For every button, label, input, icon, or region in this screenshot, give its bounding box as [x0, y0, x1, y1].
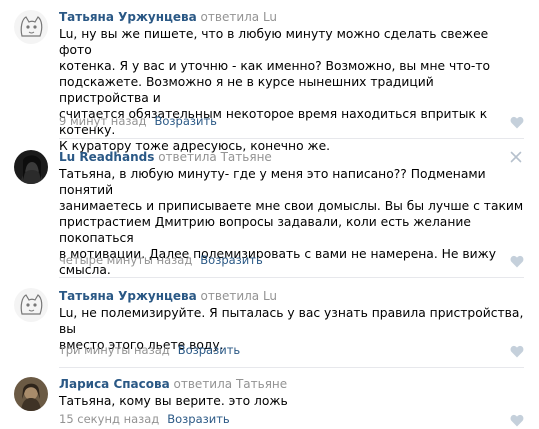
- comment-line: занимаетесь и приписываете мне свои домы…: [59, 199, 524, 213]
- heart-icon[interactable]: [510, 414, 524, 427]
- comment-meta: четыре минуты назад Возразить: [59, 253, 263, 268]
- comment-header: Татьяна Уржунцева ответила Lu: [59, 289, 277, 304]
- timestamp[interactable]: три минуты назад: [59, 343, 170, 357]
- reply-button[interactable]: Возразить: [200, 253, 262, 267]
- author-name[interactable]: Татьяна Уржунцева: [59, 10, 197, 24]
- divider: [59, 367, 524, 368]
- author-name[interactable]: Lu Readhands: [59, 150, 154, 164]
- heart-icon[interactable]: [510, 255, 524, 268]
- reply-button[interactable]: Возразить: [154, 114, 216, 128]
- heart-icon[interactable]: [510, 116, 524, 129]
- reply-button[interactable]: Возразить: [178, 343, 240, 357]
- comment-meta: 15 секунд назад Возразить: [59, 412, 230, 427]
- comment-header: Лариса Спасова ответила Татьяне: [59, 377, 287, 392]
- comment-header: Татьяна Уржунцева ответила Lu: [59, 10, 277, 25]
- comment-header: Lu Readhands ответила Татьяне: [59, 150, 272, 165]
- reply-target[interactable]: ответила Татьяне: [174, 377, 288, 391]
- heart-icon[interactable]: [510, 345, 524, 358]
- comment-text: Lu, ну вы же пишете, что в любую минуту …: [59, 26, 524, 154]
- comment-line: пристрастием Дмитрию вопросы задавали, к…: [59, 215, 471, 245]
- comment-line: Lu, ну вы же пишете, что в любую минуту …: [59, 27, 489, 57]
- comment-text: Татьяна, кому вы верите. это ложь: [59, 393, 524, 409]
- comment-meta: 9 минут назад Возразить: [59, 114, 217, 129]
- close-icon[interactable]: [510, 151, 522, 163]
- divider: [59, 277, 524, 278]
- reply-target[interactable]: ответила Lu: [201, 289, 278, 303]
- reply-target[interactable]: ответила Татьяне: [158, 150, 272, 164]
- comment-line: Lu, не полемизируйте. Я пыталась у вас у…: [59, 306, 524, 336]
- author-name[interactable]: Лариса Спасова: [59, 377, 170, 391]
- comment-line: Татьяна, кому вы верите. это ложь: [59, 394, 288, 408]
- comment-line: Татьяна, в любую минуту- где у меня это …: [59, 167, 486, 197]
- timestamp[interactable]: 9 минут назад: [59, 114, 146, 128]
- reply-button[interactable]: Возразить: [167, 412, 229, 426]
- avatar[interactable]: [14, 377, 48, 411]
- author-name[interactable]: Татьяна Уржунцева: [59, 289, 197, 303]
- comment-line: котенка. Я у вас и уточню - как именно? …: [59, 59, 491, 73]
- reply-target[interactable]: ответила Lu: [201, 10, 278, 24]
- divider: [59, 138, 524, 139]
- avatar[interactable]: [14, 150, 48, 184]
- comment-line: подскажете. Возможно я не в курсе нынешн…: [59, 75, 434, 105]
- timestamp[interactable]: 15 секунд назад: [59, 412, 159, 426]
- comment-meta: три минуты назад Возразить: [59, 343, 240, 358]
- avatar[interactable]: [14, 288, 48, 322]
- avatar[interactable]: [14, 10, 48, 44]
- timestamp[interactable]: четыре минуты назад: [59, 253, 192, 267]
